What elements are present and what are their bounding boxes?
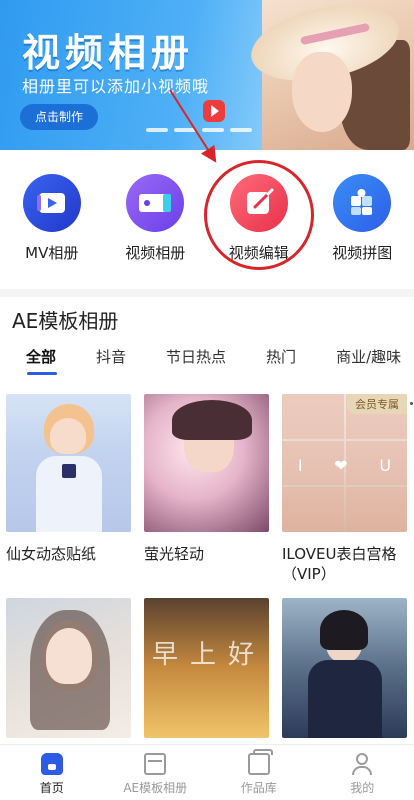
template-thumbnail [144, 394, 269, 532]
tab-holiday[interactable]: 节日热点 [154, 346, 238, 376]
library-icon [247, 749, 273, 775]
tab-hot[interactable]: 热门 [254, 346, 308, 376]
banner-title: 视频相册 [22, 31, 195, 75]
quick-action-label: 视频拼图 [332, 244, 393, 262]
category-tabs: 全部 抖音 节日热点 热门 商业/趣味 [0, 346, 414, 376]
puzzle-icon [333, 174, 392, 232]
template-thumbnail: 早上好 [144, 598, 269, 738]
nav-label: 我的 [350, 781, 375, 795]
section-divider [0, 289, 414, 297]
video-play-icon [203, 100, 225, 122]
nav-label: 首页 [39, 781, 64, 795]
nav-ae-templates[interactable]: AE模板相册 [104, 745, 207, 796]
template-title: ILOVEU表白宫格（VIP） [282, 545, 397, 583]
nav-label: 作品库 [240, 781, 277, 795]
vip-badge: 会员专属 [347, 394, 407, 414]
quick-action-video-puzzle[interactable]: 视频拼图 [312, 160, 412, 280]
quick-action-label: MV相册 [25, 244, 79, 262]
quick-action-video-album[interactable]: 视频相册 [105, 160, 205, 280]
nav-home[interactable]: 首页 [0, 745, 103, 796]
template-card[interactable] [282, 598, 407, 738]
template-card[interactable] [6, 598, 131, 738]
iloveu-overlay: I ❤ U [297, 455, 392, 475]
template-title: 萤光轻动 [144, 545, 205, 563]
nav-works-library[interactable]: 作品库 [207, 745, 310, 796]
active-tab-indicator [27, 372, 57, 375]
play-card-icon [22, 174, 81, 232]
template-thumbnail [282, 598, 407, 738]
carousel-indicator [146, 128, 252, 132]
template-thumbnail [6, 394, 131, 532]
quick-action-label: 视频相册 [125, 244, 186, 262]
template-card[interactable]: 萤光轻动 [144, 394, 269, 564]
template-card[interactable]: 仙女动态贴纸 [6, 394, 131, 564]
tab-douyin[interactable]: 抖音 [84, 346, 138, 376]
quick-action-mv-album[interactable]: MV相册 [2, 160, 102, 280]
template-title: 仙女动态贴纸 [6, 545, 97, 563]
banner-subtitle: 相册里可以添加小视频哦 [22, 77, 210, 96]
template-card[interactable]: 早上好 [144, 598, 269, 738]
user-icon [351, 753, 373, 775]
home-icon [40, 753, 63, 775]
template-thumbnail [6, 598, 131, 738]
scroll-dot [410, 402, 413, 405]
film-strip-icon [126, 174, 185, 232]
template-thumbnail: I ❤ U 会员专属 [282, 394, 407, 532]
section-title: AE模板相册 [12, 309, 119, 333]
template-card[interactable]: I ❤ U 会员专属 ILOVEU表白宫格（VIP） [282, 394, 407, 584]
template-box-icon [144, 753, 167, 775]
nav-label: AE模板相册 [123, 781, 188, 795]
banner-cta-button[interactable]: 点击制作 [20, 104, 98, 130]
bottom-navigation: 首页 AE模板相册 作品库 我的 [0, 744, 414, 800]
annotation-highlight-circle [204, 160, 314, 270]
morning-text-overlay: 早上好 [152, 640, 267, 670]
promo-banner[interactable]: 视频相册 相册里可以添加小视频哦 点击制作 [0, 0, 414, 150]
nav-profile[interactable]: 我的 [311, 745, 414, 796]
tab-business-fun[interactable]: 商业/趣味 [324, 346, 413, 376]
banner-face [292, 52, 352, 132]
